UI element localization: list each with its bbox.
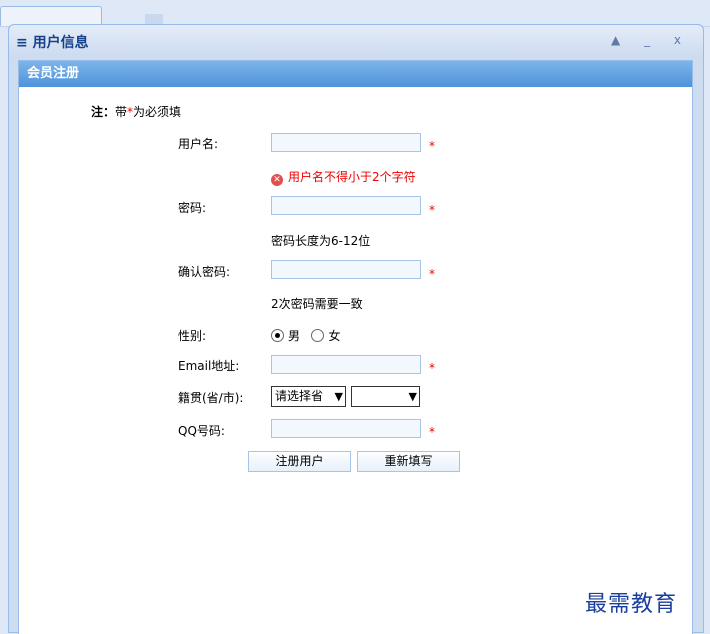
username-error: ✕ 用户名不得小于2个字符 — [271, 168, 416, 186]
username-input[interactable] — [271, 133, 421, 152]
qq-input[interactable] — [271, 419, 421, 438]
password-required-star: * — [429, 203, 435, 217]
register-button[interactable]: 注册用户 — [248, 451, 351, 472]
chevron-down-icon: ▼ — [408, 390, 417, 403]
gender-options: 男 女 — [271, 327, 340, 344]
password-input[interactable] — [271, 196, 421, 215]
watermark-logo: 最需教育 — [585, 592, 678, 617]
radio-male[interactable] — [271, 329, 284, 342]
registration-panel: 会员注册 注：带*为必须填 用户名: * ✕ 用户名不得小于2个字符 密码: * … — [18, 60, 693, 634]
chevron-down-icon: ▼ — [334, 390, 343, 403]
background-tab-marker — [145, 14, 163, 24]
password-label: 密码: — [178, 201, 207, 215]
gender-male-option[interactable]: 男 — [271, 329, 300, 343]
username-required-star: * — [429, 139, 435, 153]
user-info-window: ≡ 用户信息 ▲ _ x 会员注册 注：带*为必须填 用户名: * ✕ 用户名不得… — [8, 24, 704, 634]
required-note: 注：带*为必须填 — [91, 105, 182, 119]
qq-label: QQ号码: — [178, 424, 225, 438]
window-title: ≡ 用户信息 — [16, 35, 89, 51]
gender-female-option[interactable]: 女 — [311, 329, 340, 343]
panel-title: 会员注册 — [19, 61, 692, 87]
password-hint: 密码长度为6-12位 — [271, 234, 371, 248]
qq-required-star: * — [429, 425, 435, 439]
window-header[interactable]: ≡ 用户信息 ▲ _ x — [9, 25, 703, 57]
email-required-star: * — [429, 361, 435, 375]
username-label: 用户名: — [178, 137, 219, 151]
error-icon: ✕ — [271, 174, 283, 186]
confirm-password-hint: 2次密码需要一致 — [271, 297, 363, 311]
window-tools[interactable]: ▲ _ x — [611, 33, 691, 47]
origin-label: 籍贯(省/市): — [178, 391, 244, 405]
gender-label: 性别: — [178, 329, 207, 343]
email-input[interactable] — [271, 355, 421, 374]
email-label: Email地址: — [178, 359, 240, 373]
city-select[interactable]: ▼ — [351, 386, 420, 407]
confirm-required-star: * — [429, 267, 435, 281]
reset-button[interactable]: 重新填写 — [357, 451, 460, 472]
province-select[interactable]: 请选择省 ▼ — [271, 386, 346, 407]
confirm-password-input[interactable] — [271, 260, 421, 279]
confirm-password-label: 确认密码: — [178, 265, 231, 279]
radio-female[interactable] — [311, 329, 325, 342]
